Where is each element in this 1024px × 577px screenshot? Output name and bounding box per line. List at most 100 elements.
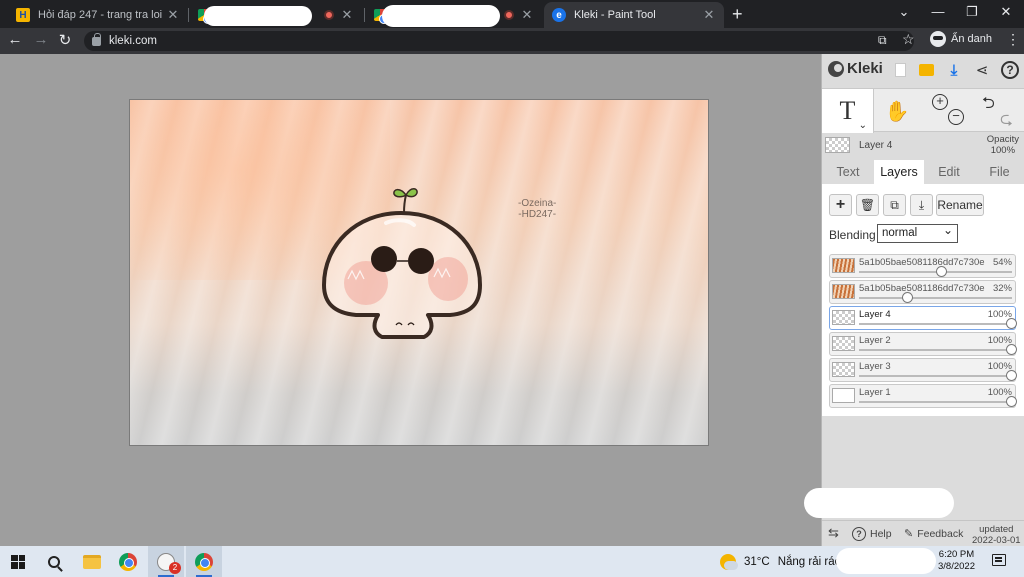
- layer-row[interactable]: Layer 4 100%: [829, 306, 1017, 330]
- file-explorer-icon[interactable]: [74, 546, 110, 577]
- undo-icon[interactable]: ⮌: [982, 92, 995, 119]
- current-layer-info: Layer 4 Opacity 100%: [822, 134, 1024, 158]
- layer-thumbnail: [832, 310, 855, 325]
- updated-label: updated: [979, 524, 1014, 535]
- tab-separator: [364, 8, 365, 22]
- bookmark-star-icon[interactable]: ☆: [902, 31, 915, 48]
- help-icon[interactable]: ?: [1000, 60, 1020, 80]
- layer-row[interactable]: Layer 3 100%: [829, 358, 1017, 382]
- layer-row[interactable]: Layer 1 100%: [829, 384, 1017, 408]
- kleki-logo-icon: [828, 60, 844, 77]
- incognito-profile-button[interactable]: Ẩn danh: [930, 31, 992, 47]
- feedback-icon: ✎: [904, 528, 914, 540]
- layer-opacity-slider-knob[interactable]: [935, 266, 947, 277]
- layer-opacity-slider-knob[interactable]: [1006, 396, 1017, 407]
- tab-file[interactable]: File: [974, 160, 1024, 184]
- download-icon[interactable]: ⤓: [944, 60, 964, 80]
- zoom-in-icon[interactable]: +: [932, 94, 948, 110]
- layer-row[interactable]: 5a1b05bae5081186dd7c730e 54%: [829, 254, 1016, 278]
- chrome-taskbar-icon[interactable]: [110, 546, 146, 577]
- layer-opacity-value: 32%: [992, 283, 1012, 294]
- address-bar[interactable]: kleki.com: [84, 31, 914, 51]
- layer-thumbnail: [832, 258, 855, 273]
- watermark-text: -Ozeina- -HD247-: [518, 198, 556, 220]
- minimize-icon[interactable]: —: [922, 4, 954, 19]
- tab-search-chevron-icon[interactable]: ⌄: [888, 4, 920, 20]
- current-layer-name: Layer 4: [859, 140, 893, 151]
- panel-header: Kleki ⤓ ⋖ ?: [822, 54, 1024, 88]
- layer-opacity-slider[interactable]: [859, 401, 1012, 403]
- close-tab-icon[interactable]: ✕: [702, 7, 716, 23]
- kleki-taskbar-icon[interactable]: 2: [148, 546, 184, 577]
- system-clock[interactable]: 6:20 PM 3/8/2022: [938, 549, 975, 573]
- text-tool-button[interactable]: T ⌄: [822, 89, 874, 133]
- layer-row[interactable]: Layer 2 100%: [829, 332, 1017, 356]
- help-label: Help: [870, 528, 892, 540]
- opacity-label: Opacity: [986, 134, 1019, 145]
- layer-opacity-slider[interactable]: [859, 297, 1012, 299]
- help-link[interactable]: ? Help: [852, 527, 892, 541]
- weather-widget[interactable]: 31°C Nắng rải rác: [720, 554, 840, 570]
- merge-down-icon[interactable]: ⤓: [910, 194, 933, 216]
- delete-layer-icon[interactable]: 🗑: [856, 194, 879, 216]
- workspace-area[interactable]: -Ozeina- -HD247-: [0, 54, 821, 546]
- watermark-line-1: -Ozeina-: [518, 198, 557, 209]
- reload-icon[interactable]: ↻: [54, 31, 76, 49]
- close-tab-icon[interactable]: ✕: [520, 7, 534, 23]
- new-image-icon[interactable]: [890, 60, 910, 80]
- close-window-icon[interactable]: ✕: [990, 4, 1022, 20]
- restore-icon[interactable]: ❐: [956, 4, 988, 20]
- zoom-out-icon[interactable]: −: [948, 109, 964, 125]
- layer-opacity-slider[interactable]: [859, 349, 1012, 351]
- recording-icon: [324, 10, 334, 20]
- tab-kleki[interactable]: e Kleki - Paint Tool ✕: [544, 2, 724, 28]
- tab-edit[interactable]: Edit: [924, 160, 974, 184]
- search-icon[interactable]: [36, 546, 72, 577]
- profile-label: Ẩn danh: [951, 33, 992, 45]
- redo-icon[interactable]: ⮎: [1000, 108, 1013, 135]
- blending-select[interactable]: normal: [877, 222, 958, 243]
- incognito-icon: [930, 31, 946, 47]
- layer-opacity-slider[interactable]: [859, 375, 1012, 377]
- feedback-link[interactable]: ✎ Feedback: [904, 527, 963, 541]
- add-layer-icon[interactable]: +: [829, 194, 852, 216]
- back-arrow-icon[interactable]: ←: [4, 31, 26, 48]
- clock-time: 6:20 PM: [938, 549, 975, 560]
- drawing-canvas[interactable]: -Ozeina- -HD247-: [129, 99, 709, 446]
- hand-tool-icon[interactable]: ✋: [877, 89, 917, 133]
- rename-button[interactable]: Rename: [936, 194, 984, 216]
- layer-name: Layer 2: [859, 335, 891, 346]
- layer-row[interactable]: 5a1b05bae5081186dd7c730e 32%: [829, 280, 1016, 304]
- share-icon[interactable]: ⋖: [972, 60, 992, 80]
- open-folder-icon[interactable]: [916, 60, 936, 80]
- layer-opacity-slider-knob[interactable]: [901, 292, 913, 303]
- notification-center-icon[interactable]: [992, 554, 1006, 566]
- redaction-mark: [836, 548, 936, 574]
- chrome-incognito-taskbar-icon[interactable]: [186, 546, 222, 577]
- layer-name: Layer 1: [859, 387, 891, 398]
- translate-icon[interactable]: ⧉: [878, 33, 887, 48]
- layer-opacity-slider-knob[interactable]: [1006, 318, 1017, 329]
- close-tab-icon[interactable]: ✕: [166, 7, 180, 23]
- tab-text[interactable]: Text: [822, 160, 874, 184]
- kleki-side-panel: Kleki ⤓ ⋖ ? T ⌄ ✋ + − ⮌ ⮎ Layer 4 Opacity…: [804, 54, 1024, 546]
- layer-opacity-slider-knob[interactable]: [1006, 370, 1017, 381]
- new-tab-plus-icon[interactable]: +: [732, 5, 743, 23]
- layer-opacity-slider-knob[interactable]: [1006, 344, 1017, 355]
- swap-layout-icon[interactable]: ⇆: [828, 525, 839, 541]
- watermark-line-2: -HD247-: [518, 209, 557, 220]
- tab-hoidap[interactable]: H Hỏi đáp 247 - trang tra loi ✕: [8, 2, 188, 28]
- windows-start-icon[interactable]: [0, 546, 36, 577]
- windows-taskbar: 2 31°C Nắng rải rác 6:20 PM 3/8/2022: [0, 546, 1024, 577]
- kleki-icon: e: [552, 8, 566, 22]
- layer-opacity-slider[interactable]: [859, 323, 1012, 325]
- chevron-down-icon[interactable]: ⌄: [859, 120, 867, 131]
- duplicate-layer-icon[interactable]: ⧉: [883, 194, 906, 216]
- close-tab-icon[interactable]: ✕: [340, 7, 354, 23]
- forward-arrow-icon[interactable]: →: [30, 31, 52, 48]
- browser-menu-icon[interactable]: ⋮: [1006, 31, 1020, 48]
- layer-thumbnail: [832, 362, 855, 377]
- tab-layers[interactable]: Layers: [874, 160, 924, 184]
- brand-name: Kleki: [847, 60, 883, 77]
- opacity-value: 100%: [990, 145, 1016, 156]
